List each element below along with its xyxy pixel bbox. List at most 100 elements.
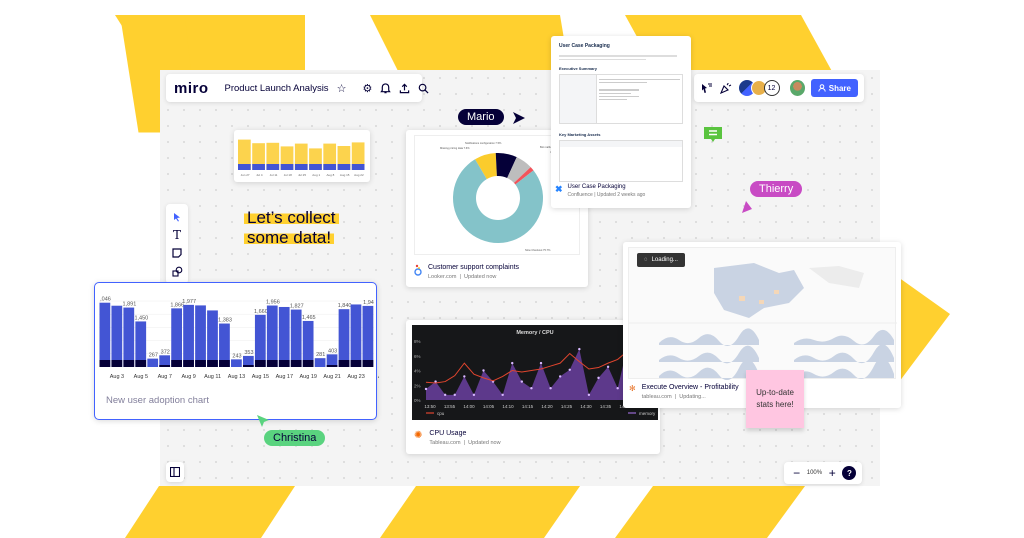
memory-point bbox=[578, 347, 581, 351]
memory-area bbox=[426, 347, 656, 400]
memory-point bbox=[587, 393, 591, 397]
memory-point bbox=[482, 369, 485, 372]
bar-segment bbox=[309, 164, 322, 170]
decor-stripe bbox=[380, 486, 580, 538]
card-source: tableau.com bbox=[641, 394, 672, 400]
memory-point bbox=[424, 387, 428, 391]
bar-segment bbox=[266, 164, 280, 170]
bar bbox=[278, 306, 290, 367]
data-label: 267 bbox=[149, 353, 158, 359]
highlighted-text-note[interactable]: Let’s collect some data! bbox=[244, 208, 339, 248]
thierry-cursor-icon bbox=[742, 201, 752, 213]
x-tick-label: Aug 21 bbox=[323, 374, 340, 380]
bar bbox=[207, 310, 218, 367]
frames-panel-button[interactable] bbox=[166, 462, 184, 482]
doc-section-assets: Key Marketing Assets bbox=[559, 132, 601, 137]
data-label: 1,840 bbox=[338, 303, 352, 309]
x-tick-label: Jul 18 bbox=[284, 173, 292, 177]
card-title: Customer support complaints bbox=[428, 264, 520, 271]
memory-point bbox=[453, 393, 456, 397]
upload-icon[interactable] bbox=[399, 81, 410, 95]
x-tick-label: Aug 3 bbox=[110, 374, 124, 380]
memory-point bbox=[616, 387, 619, 390]
x-tick-label: Aug 5 bbox=[134, 374, 148, 380]
x-tick-label: 14:20 bbox=[541, 404, 553, 409]
zoom-out-button[interactable]: − bbox=[790, 466, 804, 480]
grafana-icon: ✺ bbox=[414, 430, 423, 441]
x-tick-label: Jul 4 bbox=[256, 173, 263, 177]
text-icon[interactable]: T bbox=[170, 228, 184, 242]
bar-segment bbox=[323, 164, 337, 170]
gear-icon[interactable]: ⚙ bbox=[362, 81, 372, 95]
loading-indicator: ◌ Loading... bbox=[637, 253, 685, 267]
bar-segment bbox=[294, 164, 308, 170]
x-tick-label: Aug 15 bbox=[252, 374, 269, 380]
decor-stripe bbox=[615, 486, 805, 538]
decor-stripe bbox=[125, 486, 295, 538]
bar-segment bbox=[207, 360, 218, 367]
help-button[interactable]: ? bbox=[842, 466, 857, 480]
bell-icon[interactable] bbox=[380, 81, 392, 95]
bar-segment bbox=[266, 360, 278, 367]
cursor-flag-icon[interactable] bbox=[700, 81, 713, 95]
data-label: 281 bbox=[316, 352, 325, 358]
cursor-label-mario: Mario bbox=[458, 109, 504, 125]
slice-label: Notifications configuration 7.5% bbox=[465, 141, 502, 145]
select-cursor-icon[interactable] bbox=[170, 210, 184, 224]
user-case-packaging-card[interactable]: User Case Packaging Executive Summary Ke… bbox=[551, 36, 691, 208]
memory-cpu-chart: Memory / CPU 0% 2% 4% 6% 8% 13:50 13:55 14:00 14:… bbox=[412, 325, 658, 420]
doc-section-summary: Executive Summary bbox=[559, 66, 598, 71]
x-tick-label: 14:10 bbox=[502, 404, 514, 409]
chart-title: Memory / CPU bbox=[516, 330, 553, 336]
cpu-usage-card[interactable]: Memory / CPU 0% 2% 4% 6% 8% 13:50 13:55 14:00 14:… bbox=[406, 320, 660, 454]
bar-segment bbox=[238, 164, 251, 170]
bar-segment bbox=[362, 360, 374, 367]
current-user-avatar[interactable] bbox=[789, 80, 805, 96]
adoption-bar-chart: ,0461,8911,4502673721,8661,9771,38324335… bbox=[99, 297, 379, 380]
bar bbox=[123, 307, 135, 367]
data-label: 1,827 bbox=[290, 304, 304, 310]
bar-segment bbox=[337, 164, 351, 170]
zoom-level[interactable]: 100% bbox=[807, 470, 822, 476]
bar bbox=[147, 358, 159, 367]
x-tick-label: Jul 25 bbox=[298, 173, 306, 177]
bar-segment bbox=[278, 360, 290, 367]
zoom-controls: − 100% + ? bbox=[784, 462, 862, 484]
x-tick-label: Jul 11 bbox=[270, 173, 278, 177]
bar-segment bbox=[350, 360, 362, 367]
celebrate-icon[interactable] bbox=[719, 81, 732, 95]
comment-icon[interactable] bbox=[703, 126, 723, 144]
sticky-note-icon[interactable] bbox=[170, 246, 184, 260]
zoom-in-button[interactable]: + bbox=[825, 466, 839, 480]
data-label: 372 bbox=[161, 349, 170, 355]
bar-segment bbox=[195, 360, 206, 367]
bar bbox=[266, 305, 278, 367]
bar-segment bbox=[135, 360, 147, 367]
sticky-note[interactable]: Up-to-date stats here! bbox=[746, 370, 804, 428]
weekly-bar-chart-card[interactable]: Jun 27 Jul 4 Jul 11 Jul 18 Jul 25 Aug 1 Aug 8 A… bbox=[234, 130, 370, 182]
x-tick-label: Aug 9 bbox=[181, 374, 195, 380]
star-icon[interactable]: ☆ bbox=[337, 81, 347, 95]
data-label: 1,977 bbox=[182, 299, 196, 305]
memory-point bbox=[530, 387, 533, 390]
x-tick-label: 14:25 bbox=[561, 404, 573, 409]
board-title[interactable]: Product Launch Analysis bbox=[225, 83, 329, 94]
memory-point bbox=[549, 387, 552, 390]
slice-label: Slow Checkout 75.7% bbox=[525, 248, 551, 252]
x-tick-label: 13:50 bbox=[424, 404, 436, 409]
bar-segment bbox=[290, 360, 302, 367]
data-label: 353 bbox=[244, 350, 253, 356]
collaborator-count[interactable]: 12 bbox=[763, 80, 780, 96]
x-tick-label: 13:55 bbox=[444, 404, 456, 409]
map-preview bbox=[629, 263, 897, 381]
share-button[interactable]: Share bbox=[810, 79, 858, 97]
memory-point bbox=[520, 380, 524, 383]
data-label: ,046 bbox=[100, 297, 111, 303]
miro-logo[interactable]: miro bbox=[174, 80, 209, 97]
shapes-icon[interactable] bbox=[170, 264, 184, 278]
x-tick-label: Aug 15 bbox=[340, 173, 350, 177]
card-source: Confluence bbox=[567, 192, 593, 198]
new-user-adoption-card[interactable]: ,046 1,891 1,450 267 372 1,866 1,977 1,383 243 35… bbox=[94, 282, 379, 420]
search-icon[interactable] bbox=[418, 81, 429, 95]
bar bbox=[183, 304, 194, 367]
